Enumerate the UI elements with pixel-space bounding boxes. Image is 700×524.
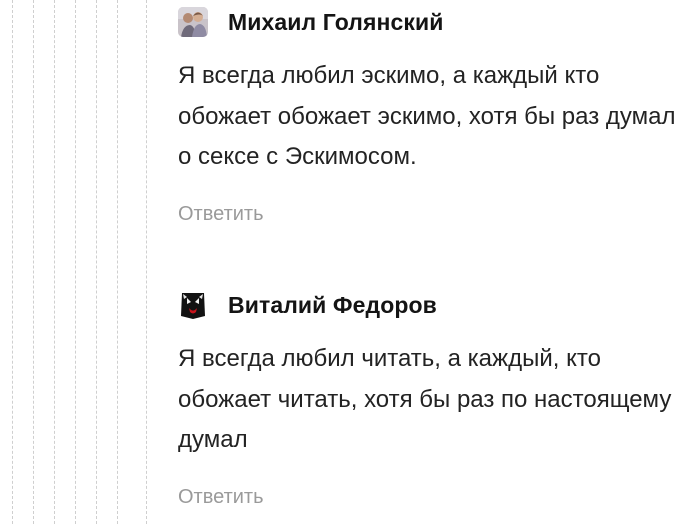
thread-guide-line [96, 0, 97, 524]
comment: Михаил Голянский Я всегда любил эскимо, … [178, 6, 688, 226]
thread-guide-line [33, 0, 34, 524]
comment-text: Я всегда любил эскимо, а каждый кто обож… [178, 62, 676, 170]
user-avatar[interactable] [178, 290, 208, 320]
comment-author[interactable]: Михаил Голянский [228, 9, 444, 36]
thread-guide-line [146, 0, 147, 524]
comment: Виталий Федоров Я всегда любил читать, а… [178, 289, 688, 509]
reply-button[interactable]: Ответить [178, 203, 264, 226]
comment-header: Михаил Голянский [178, 6, 688, 38]
thread-guide-line [54, 0, 55, 524]
thread-guide-line [75, 0, 76, 524]
thread-guide-line [12, 0, 13, 524]
thread-guides [0, 0, 160, 524]
user-avatar[interactable] [178, 7, 208, 37]
comment-author[interactable]: Виталий Федоров [228, 292, 437, 319]
comment-text: Я всегда любил читать, а каждый, кто обо… [178, 345, 672, 453]
comment-header: Виталий Федоров [178, 289, 688, 321]
reply-button[interactable]: Ответить [178, 486, 264, 509]
thread-guide-line [117, 0, 118, 524]
